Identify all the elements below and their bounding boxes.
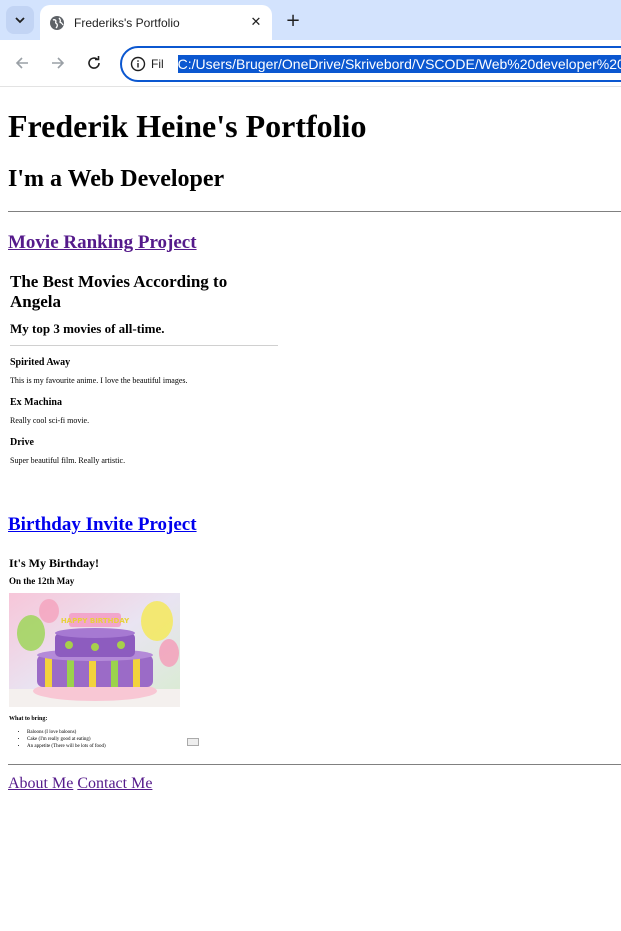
page-content: Frederik Heine's Portfolio I'm a Web Dev…	[0, 108, 621, 793]
reload-button[interactable]	[82, 51, 106, 75]
birthday-date: On the 12th May	[9, 576, 75, 586]
movie-description: Really cool sci-fi movie.	[10, 416, 90, 425]
tab-title: Frederiks's Portfolio	[74, 15, 180, 30]
cake-banner-text: HAPPY BIRTHDAY	[61, 617, 130, 625]
movie-title: Drive	[10, 437, 34, 448]
about-me-link[interactable]: About Me	[8, 775, 73, 792]
bring-heading: What to bring:	[9, 716, 48, 722]
movie-project-preview: The Best Movies According to Angela My t…	[10, 272, 278, 466]
contact-me-link[interactable]: Contact Me	[77, 775, 152, 792]
toolbar: Fil C:/Users/Bruger/OneDrive/Skrivebord/…	[0, 40, 621, 87]
close-icon[interactable]: ✕	[246, 13, 266, 33]
movie-description: Super beautiful film. Really artistic.	[10, 456, 126, 465]
site-info-button[interactable]: Fil	[130, 56, 164, 72]
movie-description: This is my favourite anime. I love the b…	[10, 376, 188, 385]
birthday-heading: It's My Birthday!	[9, 556, 99, 570]
arrow-right-icon	[52, 57, 65, 69]
movie-divider	[10, 345, 278, 346]
movie-subheading: My top 3 movies of all-time.	[10, 321, 165, 336]
divider	[8, 211, 621, 212]
movie-title: Spirited Away	[10, 357, 71, 368]
divider	[8, 764, 621, 765]
back-button[interactable]	[10, 51, 34, 75]
movie-heading: The Best Movies According to Angela	[10, 272, 228, 311]
info-icon	[130, 56, 146, 72]
birthday-project-preview: It's My Birthday! On the 12th May HAPPY …	[9, 556, 209, 750]
list-item: Baloons (I love baloons)	[27, 729, 209, 736]
movie-title: Ex Machina	[10, 397, 62, 408]
movie-project-link[interactable]: Movie Ranking Project	[8, 232, 613, 254]
list-item: Cake (I'm really good at eating)	[27, 736, 209, 743]
site-info-label: Fil	[151, 57, 164, 71]
active-tab[interactable]: Frederiks's Portfolio ✕	[40, 5, 272, 40]
bring-list: Baloons (I love baloons) Cake (I'm reall…	[9, 729, 209, 750]
footer-links: About Me Contact Me	[8, 774, 613, 793]
list-item: An appetite (There will be lots of food)	[27, 743, 209, 750]
page-subtitle: I'm a Web Developer	[8, 166, 225, 192]
birthday-cake-image: HAPPY BIRTHDAY	[9, 593, 180, 707]
new-tab-button[interactable]: +	[282, 9, 304, 31]
reload-icon	[88, 56, 100, 69]
globe-icon	[50, 15, 64, 30]
tab-search-button[interactable]	[6, 6, 34, 34]
tab-bar: Frederiks's Portfolio ✕ +	[0, 0, 621, 40]
chevron-down-icon	[15, 17, 25, 24]
birthday-project-link[interactable]: Birthday Invite Project	[8, 514, 613, 536]
url-text[interactable]: C:/Users/Bruger/OneDrive/Skrivebord/VSCO…	[177, 55, 621, 73]
forward-button[interactable]	[46, 51, 70, 75]
page-title: Frederik Heine's Portfolio	[8, 108, 367, 144]
address-bar[interactable]: Fil C:/Users/Bruger/OneDrive/Skrivebord/…	[120, 46, 621, 82]
arrow-left-icon	[15, 57, 28, 69]
embedded-map-button	[187, 738, 199, 746]
